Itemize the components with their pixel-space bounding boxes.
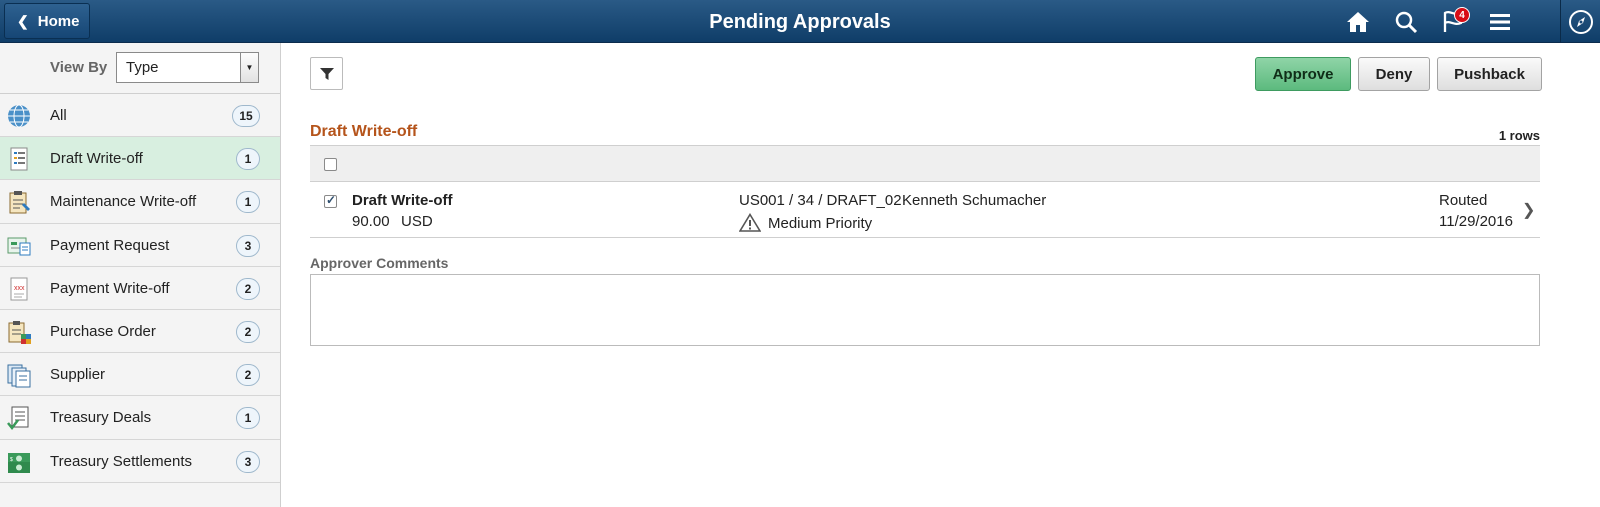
- treasury-deals-icon: [7, 406, 29, 431]
- document-x-icon: xxx: [10, 277, 28, 301]
- svg-text:$: $: [10, 457, 13, 463]
- supplier-icon: [7, 364, 31, 388]
- warning-icon: [739, 213, 761, 232]
- count-badge: 3: [236, 450, 260, 473]
- globe-icon: [8, 104, 30, 128]
- count-badge: 2: [236, 320, 260, 343]
- sidebar-item-treasury-settlements[interactable]: $ Treasury Settlements 3: [0, 440, 280, 483]
- view-by-label: View By: [50, 59, 108, 76]
- count-badge: 1: [236, 191, 260, 214]
- sidebar-item-treasury-deals[interactable]: Treasury Deals 1: [0, 396, 280, 440]
- sidebar: View By Type ▼ All 15 Draft Write-off 1 …: [0, 43, 281, 507]
- search-icon[interactable]: [1391, 8, 1421, 36]
- approver-comments-label: Approver Comments: [310, 255, 449, 271]
- dropdown-arrow-icon[interactable]: ▼: [240, 53, 258, 82]
- sidebar-item-label: All: [50, 107, 67, 124]
- table-row[interactable]: Draft Write-off 90.00 USD US001 / 34 / D…: [310, 183, 1540, 238]
- sidebar-item-maintenance-write-off[interactable]: Maintenance Write-off 1: [0, 180, 280, 224]
- sidebar-item-label: Payment Request: [50, 236, 170, 254]
- purchase-order-icon: [8, 320, 31, 344]
- sidebar-item-label: Treasury Deals: [50, 409, 152, 427]
- sidebar-item-label: Treasury Settlements: [50, 452, 192, 470]
- notification-badge: 4: [1454, 7, 1470, 23]
- view-by-row: View By Type ▼: [0, 43, 280, 94]
- row-title: Draft Write-off: [352, 192, 453, 209]
- approver-comments-field[interactable]: [310, 274, 1540, 346]
- count-badge: 2: [236, 277, 260, 300]
- count-badge: 15: [232, 105, 260, 127]
- svg-text:xxx: xxx: [14, 285, 25, 292]
- home-icon[interactable]: [1343, 8, 1373, 36]
- clipboard-icon: [9, 191, 30, 214]
- row-currency: USD: [401, 213, 433, 230]
- row-priority: Medium Priority: [768, 215, 873, 232]
- filter-icon: [319, 67, 334, 80]
- section-title: Draft Write-off: [310, 123, 418, 140]
- count-badge: 1: [236, 148, 260, 171]
- sidebar-item-purchase-order[interactable]: Purchase Order 2: [0, 310, 280, 354]
- row-person: Kenneth Schumacher: [902, 192, 1047, 209]
- document-list-icon: [10, 147, 28, 171]
- select-all-checkbox[interactable]: [324, 158, 337, 171]
- flag-icon[interactable]: 4: [1438, 7, 1470, 36]
- pushback-button[interactable]: Pushback: [1437, 57, 1542, 91]
- chevron-right-icon[interactable]: ❯: [1522, 200, 1535, 220]
- deny-button[interactable]: Deny: [1358, 57, 1430, 91]
- home-button-label: Home: [37, 12, 80, 30]
- sidebar-item-supplier[interactable]: Supplier 2: [0, 353, 280, 397]
- sidebar-item-label: Supplier: [50, 366, 106, 384]
- sidebar-item-all[interactable]: All 15: [0, 94, 280, 138]
- filter-button[interactable]: [310, 57, 343, 90]
- money-icon: $: [8, 452, 30, 473]
- sidebar-item-label: Payment Write-off: [50, 279, 170, 297]
- top-banner: ❮ Home Pending Approvals 4: [0, 0, 1600, 43]
- row-date: 11/29/2016: [1439, 213, 1513, 230]
- row-reference: US001 / 34 / DRAFT_02: [739, 192, 902, 209]
- grid-header: [310, 145, 1540, 182]
- compass-icon[interactable]: [1561, 0, 1600, 43]
- chevron-left-icon: ❮: [17, 12, 29, 29]
- approve-button[interactable]: Approve: [1255, 57, 1351, 91]
- sidebar-item-label: Purchase Order: [50, 322, 156, 340]
- row-status: Routed: [1439, 192, 1488, 209]
- row-amount: 90.00: [352, 213, 390, 230]
- count-badge: 1: [236, 407, 260, 430]
- view-by-select[interactable]: Type ▼: [116, 52, 259, 83]
- sidebar-item-draft-write-off[interactable]: Draft Write-off 1: [0, 137, 280, 181]
- count-badge: 3: [236, 234, 260, 257]
- rows-count: 1 rows: [1498, 128, 1540, 143]
- row-checkbox[interactable]: [324, 193, 337, 208]
- payment-icon: [7, 237, 31, 256]
- home-button[interactable]: ❮ Home: [4, 3, 90, 39]
- sidebar-item-label: Maintenance Write-off: [50, 193, 197, 211]
- sidebar-item-payment-write-off[interactable]: xxx Payment Write-off 2: [0, 267, 280, 310]
- view-by-value: Type: [126, 59, 159, 76]
- menu-icon[interactable]: [1485, 8, 1515, 36]
- sidebar-item-label: Draft Write-off: [50, 150, 143, 168]
- sidebar-item-payment-request[interactable]: Payment Request 3: [0, 224, 280, 267]
- count-badge: 2: [236, 364, 260, 387]
